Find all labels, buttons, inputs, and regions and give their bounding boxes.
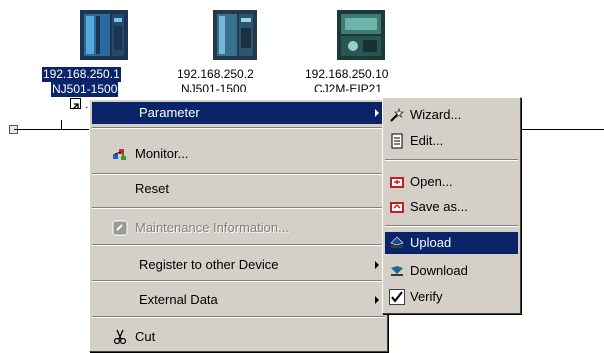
menu-separator (92, 244, 385, 246)
shortcut-icon (70, 98, 81, 110)
menu-item-cut[interactable]: Cut (92, 326, 385, 348)
menu-item-label: Reset (135, 181, 169, 196)
open-icon (390, 177, 404, 188)
menu-item-label: Parameter (139, 105, 200, 120)
scissors-icon (113, 329, 127, 345)
submenu-arrow-icon (375, 261, 379, 269)
menu-item-label: Wizard... (410, 107, 462, 122)
menu-item-label: External Data (139, 292, 218, 307)
menu-item-label: Maintenance Information... (135, 220, 289, 235)
nj501-device-icon[interactable] (207, 6, 263, 62)
device-model-label[interactable]: NJ501-1500 (181, 82, 246, 92)
checkmark-icon (389, 289, 405, 305)
device-model-label[interactable]: NJ501-1500 (51, 82, 119, 97)
menu-separator (92, 280, 385, 282)
submenu-item-verify[interactable]: Verify (385, 286, 518, 308)
menu-item-external-data[interactable]: External Data (92, 289, 385, 311)
menu-item-register-to-other-device[interactable]: Register to other Device (92, 254, 385, 276)
maintenance-icon (112, 220, 128, 236)
network-stub (61, 120, 62, 130)
menu-separator (92, 316, 385, 318)
menu-separator (385, 225, 518, 227)
device-ip-label[interactable]: 192.168.250.1 (42, 67, 121, 82)
menu-item-reset[interactable]: Reset (92, 178, 385, 200)
submenu-item-save-as[interactable]: Save as... (385, 196, 518, 218)
cj2m-device-icon[interactable] (333, 6, 389, 62)
device-model-label[interactable]: CJ2M-EIP21 (314, 82, 382, 92)
menu-item-label: Edit... (410, 133, 444, 148)
menu-item-label: Cut (135, 329, 156, 344)
submenu-arrow-icon (375, 109, 379, 117)
menu-separator (92, 173, 385, 175)
menu-item-monitor[interactable]: Monitor... (92, 143, 385, 165)
menu-item-label: Verify (410, 289, 443, 304)
context-menu: Parameter Monitor... Reset Maintenance I… (89, 99, 388, 352)
menu-item-label: Register to other Device (139, 257, 279, 272)
save-icon (390, 202, 404, 213)
parameter-submenu: Wizard... Edit... Open... Save as... Upl… (382, 97, 521, 314)
menu-item-label: Open... (410, 174, 453, 189)
monitor-icon (113, 149, 126, 160)
menu-item-label: Upload (410, 235, 452, 250)
edit-icon (391, 133, 403, 149)
submenu-item-download[interactable]: Download (385, 260, 518, 282)
wizard-icon (390, 108, 404, 122)
download-icon (391, 266, 403, 276)
nj501-device-icon[interactable] (76, 6, 132, 62)
menu-item-parameter[interactable]: Parameter (92, 102, 385, 124)
menu-item-label: Download (410, 263, 468, 278)
menu-item-maintenance-information[interactable]: Maintenance Information... (92, 217, 385, 239)
device-ip-label[interactable]: 192.168.250.2 (177, 67, 254, 82)
submenu-item-edit[interactable]: Edit... (385, 130, 518, 152)
upload-icon (390, 236, 404, 248)
submenu-item-upload[interactable]: Upload (385, 232, 518, 254)
network-line (522, 129, 604, 130)
submenu-arrow-icon (375, 296, 379, 304)
device-ip-label[interactable]: 192.168.250.10 (305, 67, 388, 82)
menu-separator (92, 127, 385, 129)
menu-separator (92, 207, 385, 209)
menu-item-label: Monitor... (135, 146, 189, 161)
submenu-item-wizard[interactable]: Wizard... (385, 104, 518, 126)
menu-separator (385, 159, 518, 161)
submenu-item-open[interactable]: Open... (385, 171, 518, 193)
menu-item-label: Save as... (410, 199, 468, 214)
